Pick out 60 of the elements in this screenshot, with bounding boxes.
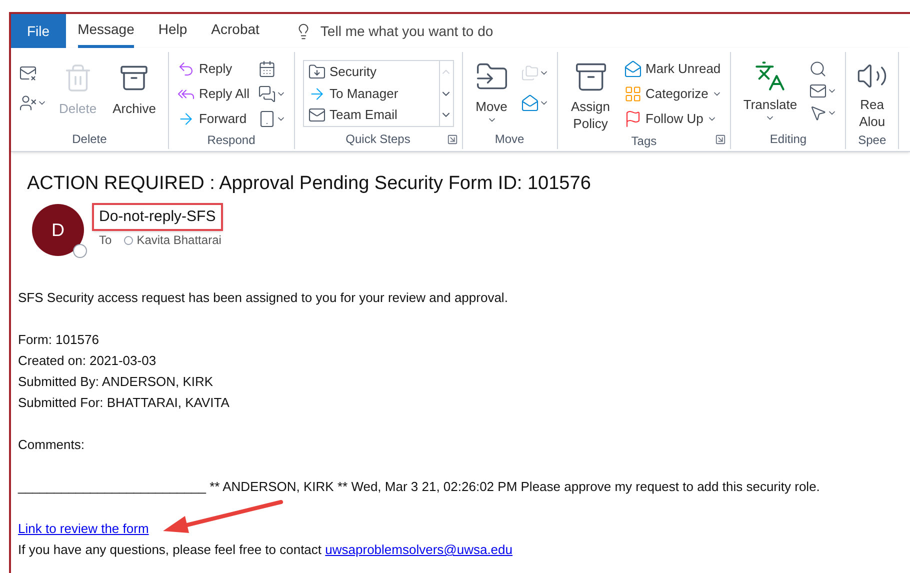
ribbon-button[interactable]: Mark Unread	[624, 56, 722, 81]
file-tab[interactable]: File	[11, 14, 66, 48]
ribbon-button[interactable]: Translate	[739, 56, 802, 123]
body-text: Comments:	[18, 436, 86, 454]
junk-icon	[19, 94, 37, 112]
envelope-icon	[809, 82, 828, 100]
ribbon-button[interactable]: Archive	[108, 56, 160, 117]
group-label: Quick Steps	[346, 131, 410, 148]
grid-icon	[624, 84, 642, 102]
folder-icon	[308, 62, 326, 81]
ribbon-button[interactable]: Follow Up	[624, 106, 722, 131]
dialog-launcher-icon[interactable]	[715, 134, 726, 145]
sender-name: Do-not-reply-SFS	[92, 202, 223, 232]
envelope-icon	[308, 106, 326, 124]
device-icon	[258, 110, 276, 128]
ribbon-button[interactable]: Assign Policy	[566, 56, 616, 132]
quick-step-item[interactable]: To Manager	[308, 82, 439, 104]
body-text: Form: 101576	[18, 331, 100, 349]
ribbon-button[interactable]: Move	[470, 56, 513, 125]
ribbon-button[interactable]: Rea Alou	[854, 56, 890, 130]
group-label: Spee	[858, 132, 886, 148]
ribbon-button[interactable]: Categorize	[624, 81, 722, 106]
group-label: Respond	[207, 132, 256, 149]
group-label: Move	[494, 131, 524, 148]
calendar-icon	[258, 60, 276, 78]
reply-icon	[176, 60, 195, 78]
group-label: Delete	[72, 131, 107, 148]
quick-step-item[interactable]: Team Email	[308, 104, 439, 126]
presence-icon	[124, 236, 133, 245]
chat-icon	[258, 84, 276, 102]
to-label: To	[99, 232, 112, 250]
body-text: Created on: 2021-03-03	[18, 352, 158, 370]
ribbon-button[interactable]: Reply All	[176, 81, 250, 106]
translate-icon	[754, 60, 786, 92]
tell-me-field[interactable]: Tell me what you want to do	[295, 20, 494, 42]
group-label: Tags	[631, 133, 657, 150]
ribbon-button[interactable]: Reply	[176, 56, 250, 81]
ribbon-tab[interactable]: Help	[158, 14, 188, 48]
body-text: SFS Security access request has been assigned to you for your review and approval.	[18, 289, 509, 307]
ignore-icon	[19, 64, 37, 82]
folders-icon	[520, 64, 539, 82]
review-link[interactable]: Link to review the form	[18, 518, 149, 539]
email-subject: ACTION REQUIRED : Approval Pending Security Form ID: 101576	[26, 172, 592, 196]
ribbon-button[interactable]: Forward	[176, 106, 250, 131]
email-link[interactable]: uwsaproblemsolvers@uwsa.edu	[325, 542, 512, 557]
cursor-icon	[809, 104, 828, 122]
dialog-launcher-icon[interactable]	[446, 134, 458, 145]
recipient-name: Kavita Bhattarai	[136, 232, 222, 250]
envelope-icon	[624, 60, 642, 78]
quick-step-item[interactable]: Security	[308, 61, 439, 83]
contact-text: If you have any questions, please feel free to contact uwsaproblemsolvers@uwsa.edu	[18, 541, 514, 559]
ribbon-tab[interactable]: Acrobat	[211, 14, 260, 48]
search-icon	[809, 60, 828, 78]
group-label: Editing	[770, 131, 807, 148]
comment-text: __________________________ ** ANDERSON, KIRK ** Wed, Mar 3 21, 02:26:02 PM Please approve my request to add this security role.	[18, 478, 821, 496]
avatar: D	[32, 204, 84, 256]
body-text: Submitted By: ANDERSON, KIRK	[18, 373, 214, 391]
flag-icon	[624, 110, 642, 128]
body-text: Submitted For: BHATTARAI, KAVITA	[18, 394, 230, 412]
presence-icon	[73, 244, 87, 258]
